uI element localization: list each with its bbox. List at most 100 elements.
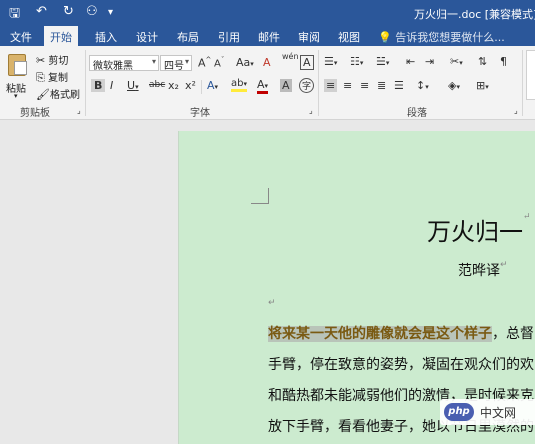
tab-file[interactable]: 文件 (10, 29, 32, 45)
scissors-icon: ✂ (36, 54, 46, 67)
highlighter-icon: ab (231, 78, 244, 89)
align-right-icon[interactable]: ≡ (360, 79, 369, 92)
superscript-icon: x² (185, 79, 196, 92)
tell-me-search[interactable]: 💡 告诉我您想要做什么... (378, 29, 505, 45)
tab-view[interactable]: 视图 (338, 29, 360, 45)
redo-icon[interactable]: ↻ (63, 4, 74, 19)
tab-references[interactable]: 引用 (218, 29, 240, 45)
underline-button[interactable]: U▾ (127, 79, 139, 92)
copy-button[interactable]: ⎘ 复制 (36, 69, 68, 85)
increase-indent-icon[interactable]: ⇥ (425, 55, 434, 68)
site-watermark: php 中文网 (440, 399, 535, 425)
chinese-layout-button[interactable]: ✂▾ (450, 55, 463, 68)
tab-review[interactable]: 审阅 (298, 29, 320, 45)
cut-button[interactable]: ✂ 剪切 (36, 52, 68, 67)
group-divider (85, 50, 86, 116)
numbering-button[interactable]: ☷▾ (350, 55, 363, 68)
align-center-icon[interactable]: ≡ (343, 79, 352, 92)
undo-icon[interactable]: ↶ (36, 4, 47, 19)
grow-font-button[interactable]: A^ (198, 56, 211, 70)
shrink-font-icon: A (214, 58, 221, 70)
line-spacing-icon[interactable]: ↕▾ (416, 79, 429, 92)
phonetic-guide-icon: wén (282, 52, 299, 61)
paste-dropdown-icon: ▾ (14, 92, 18, 100)
superscript-button[interactable]: x² (185, 79, 196, 92)
enclose-character-icon: 字 (302, 82, 312, 92)
bold-icon: B (94, 79, 103, 92)
document-heading[interactable]: 万火归一 ↵ (427, 212, 531, 247)
font-launcher-icon[interactable]: ⌟ (309, 106, 313, 115)
text-effects-button[interactable]: A▾ (207, 79, 218, 92)
save-icon[interactable]: 🖫 (9, 4, 20, 26)
chevron-down-icon: ▾ (184, 57, 189, 66)
title-bar: 🖫 ↶ ↻ ⚇ ▾ 万火归一.doc [兼容模式] - W (0, 0, 535, 26)
change-case-icon: Aa (236, 56, 251, 69)
tab-insert[interactable]: 插入 (95, 29, 117, 45)
divider (201, 80, 202, 94)
heading-text: 万火归一 (427, 218, 523, 246)
font-name-select[interactable]: 微软雅黑 ▾ (89, 55, 159, 72)
font-size-select[interactable]: 四号 ▾ (160, 55, 192, 72)
copy-label: 复制 (48, 73, 68, 84)
bold-button[interactable]: B (91, 79, 106, 92)
tab-mailings[interactable]: 邮件 (258, 29, 280, 45)
multilevel-list-button[interactable]: ☱▾ (376, 55, 389, 68)
shading-icon: A (282, 79, 290, 92)
paste-button[interactable]: 粘贴 ▾ (6, 52, 30, 100)
brush-icon: 🖌 (36, 88, 50, 101)
paragraph-launcher-icon[interactable]: ⌟ (514, 106, 518, 115)
character-border-icon: A (303, 56, 311, 69)
paragraph-line[interactable]: 将来某一天他的雕像就会是这个样子，总督 (268, 323, 534, 343)
watermark-text: 中文网 (480, 406, 517, 420)
line-text: 手臂，停在致意的姿势，凝固在观众们的欢 (268, 357, 534, 373)
ribbon-home: 粘贴 ▾ ✂ 剪切 ⎘ 复制 🖌格式刷 剪贴板 ⌟ 微软雅黑 ▾ 四号 ▾ A^ A… (0, 46, 535, 120)
tell-me-text: 告诉我您想要做什么... (395, 31, 505, 44)
format-painter-label: 格式刷 (49, 90, 80, 101)
document-author[interactable]: 范晔译 ↵ (458, 260, 508, 280)
phonetic-guide-button[interactable]: wén (282, 52, 299, 61)
highlight-button[interactable]: ab▾ (231, 78, 247, 92)
enclose-character-button[interactable]: 字 (299, 78, 315, 93)
grow-font-icon: A (198, 56, 206, 70)
format-painter-button[interactable]: 🖌格式刷 (36, 86, 80, 101)
margin-corner-mark (251, 188, 269, 204)
character-shading-button[interactable]: A (280, 79, 292, 92)
align-left-icon[interactable]: ≡ (324, 79, 338, 92)
borders-icon[interactable]: ⊞▾ (476, 79, 489, 92)
italic-button[interactable]: I (110, 79, 113, 92)
change-case-button[interactable]: Aa▾ (236, 56, 254, 69)
paragraph-line[interactable]: 手臂，停在致意的姿势，凝固在观众们的欢 (268, 354, 534, 374)
justify-icon[interactable]: ≣ (377, 79, 386, 92)
sort-icon[interactable]: ⇅ (478, 55, 487, 68)
paragraph-mark: ↵ (523, 212, 531, 222)
quick-access-extra-icon[interactable]: ⚇ (86, 4, 98, 19)
font-color-button[interactable]: A▾ (257, 78, 269, 94)
italic-icon: I (110, 79, 114, 92)
decrease-indent-icon[interactable]: ⇤ (406, 55, 415, 68)
clipboard-launcher-icon[interactable]: ⌟ (77, 106, 81, 115)
subscript-button[interactable]: x₂ (168, 79, 179, 92)
tab-layout[interactable]: 布局 (177, 29, 199, 45)
tab-home[interactable]: 开始 (44, 26, 78, 46)
paragraph-mark: ↵ (500, 260, 508, 270)
font-color-icon: A (257, 78, 265, 91)
show-marks-icon[interactable]: ¶ (500, 55, 507, 68)
group-divider (318, 50, 319, 116)
clear-format-button[interactable]: A (263, 56, 271, 69)
window-title: 万火归一.doc [兼容模式] - W (414, 8, 535, 21)
font-group-label: 字体 (190, 108, 210, 119)
chevron-down-icon: ▾ (151, 57, 156, 66)
php-logo: php (444, 403, 474, 421)
quick-access-more-icon[interactable]: ▾ (108, 7, 113, 18)
paragraph-shading-icon[interactable]: ◈▾ (448, 79, 460, 92)
tab-design[interactable]: 设计 (136, 29, 158, 45)
ribbon-tabs: 文件 开始 插入 设计 布局 引用 邮件 审阅 视图 💡 告诉我您想要做什么..… (0, 26, 535, 46)
shrink-font-button[interactable]: Aˇ (214, 56, 224, 69)
strikethrough-button[interactable]: abc (149, 80, 165, 90)
character-border-button[interactable]: A (300, 55, 314, 70)
lightbulb-icon: 💡 (378, 31, 392, 44)
copy-icon: ⎘ (36, 71, 45, 84)
distributed-icon[interactable]: ☰ (394, 79, 404, 92)
styles-gallery[interactable] (526, 50, 535, 100)
bullets-button[interactable]: ☰▾ (324, 55, 337, 68)
